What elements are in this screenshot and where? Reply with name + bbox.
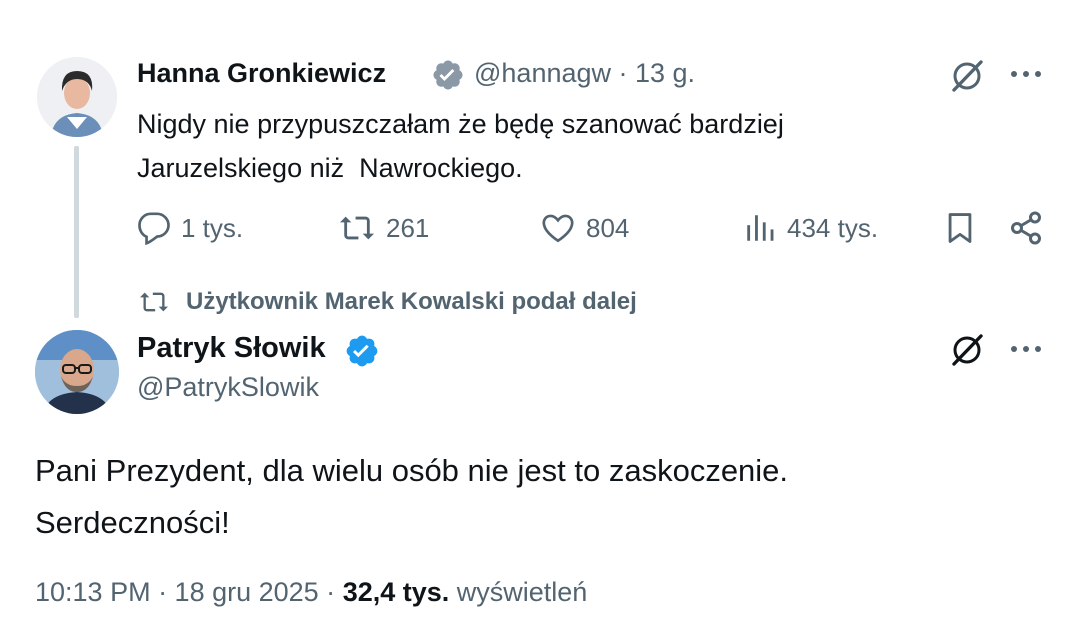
avatar-hanna[interactable] bbox=[37, 57, 117, 137]
verified-badge-icon bbox=[344, 333, 380, 369]
tweet-text: Nigdy nie przypuszczałam że będę szanowa… bbox=[137, 109, 784, 183]
reply-count: 1 tys. bbox=[181, 212, 244, 243]
retweet-icon bbox=[338, 211, 376, 245]
bookmark-icon[interactable] bbox=[943, 210, 977, 246]
retweet-count: 261 bbox=[386, 212, 430, 243]
tweet-footer: 10:13 PM · 18 gru 2025 · 32,4 tys. wyświ… bbox=[35, 577, 587, 608]
grok-icon[interactable] bbox=[947, 330, 987, 370]
more-icon[interactable] bbox=[1007, 337, 1045, 361]
like-icon bbox=[540, 211, 576, 245]
views-label: wyświetleń bbox=[449, 577, 588, 607]
repost-notice[interactable]: Użytkownik Marek Kowalski podał dalej bbox=[186, 288, 637, 316]
retweet-button[interactable]: 261 bbox=[338, 208, 429, 248]
retweet-icon bbox=[137, 288, 171, 316]
handle-and-time[interactable]: @hannagw · 13 g. bbox=[474, 58, 695, 89]
views-button[interactable]: 434 tys. bbox=[743, 208, 878, 248]
reply-button[interactable]: 1 tys. bbox=[137, 208, 243, 248]
thread-connector-line bbox=[74, 146, 79, 318]
share-icon[interactable] bbox=[1008, 210, 1044, 246]
like-button[interactable]: 804 bbox=[540, 208, 629, 248]
reply-icon bbox=[137, 211, 171, 245]
timestamp[interactable]: 10:13 PM · 18 gru 2025 · bbox=[35, 577, 343, 607]
author-name[interactable]: Hanna Gronkiewicz bbox=[137, 58, 386, 89]
verified-badge-icon bbox=[431, 58, 465, 92]
more-icon[interactable] bbox=[1007, 62, 1045, 86]
tweet-text: Pani Prezydent, dla wielu osób nie jest … bbox=[35, 453, 789, 540]
views-icon bbox=[743, 211, 777, 245]
like-count: 804 bbox=[586, 212, 630, 243]
handle[interactable]: @PatrykSlowik bbox=[137, 372, 319, 403]
grok-icon[interactable] bbox=[947, 56, 987, 96]
views-count: 434 tys. bbox=[787, 212, 879, 243]
author-name[interactable]: Patryk Słowik bbox=[137, 332, 326, 365]
avatar-patryk[interactable] bbox=[35, 330, 119, 414]
views-count: 32,4 tys. bbox=[342, 577, 450, 607]
